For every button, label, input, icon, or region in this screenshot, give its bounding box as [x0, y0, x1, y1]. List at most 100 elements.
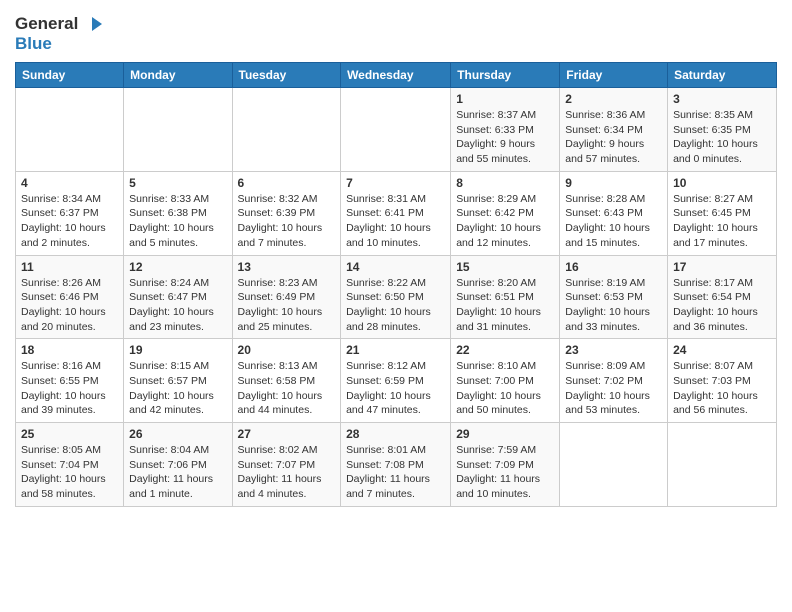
day-info: Sunrise: 8:24 AM Sunset: 6:47 PM Dayligh… — [129, 276, 226, 335]
header: General Blue — [15, 10, 777, 54]
logo-blue-text: Blue — [15, 34, 52, 54]
day-info: Sunrise: 7:59 AM Sunset: 7:09 PM Dayligh… — [456, 443, 554, 502]
calendar-cell: 1 Sunrise: 8:37 AM Sunset: 6:33 PM Daylig… — [451, 88, 560, 172]
calendar-cell: 29 Sunrise: 7:59 AM Sunset: 7:09 PM Dayli… — [451, 423, 560, 507]
day-info: Sunrise: 8:17 AM Sunset: 6:54 PM Dayligh… — [673, 276, 771, 335]
day-number: 16 — [565, 260, 662, 274]
day-info: Sunrise: 8:33 AM Sunset: 6:38 PM Dayligh… — [129, 192, 226, 251]
calendar-cell — [341, 88, 451, 172]
week-row-5: 25 Sunrise: 8:05 AM Sunset: 7:04 PM Dayli… — [16, 423, 777, 507]
day-number: 18 — [21, 343, 118, 357]
calendar-cell: 9Sunrise: 8:28 AM Sunset: 6:43 PM Daylig… — [560, 171, 668, 255]
day-info: Sunrise: 8:35 AM Sunset: 6:35 PM Dayligh… — [673, 108, 771, 167]
day-number: 2 — [565, 92, 662, 106]
calendar-cell: 16 Sunrise: 8:19 AM Sunset: 6:53 PM Dayli… — [560, 255, 668, 339]
day-number: 21 — [346, 343, 445, 357]
day-number: 25 — [21, 427, 118, 441]
day-number: 26 — [129, 427, 226, 441]
day-number: 28 — [346, 427, 445, 441]
day-info: Sunrise: 8:19 AM Sunset: 6:53 PM Dayligh… — [565, 276, 662, 335]
day-number: 20 — [238, 343, 336, 357]
calendar-cell: 15 Sunrise: 8:20 AM Sunset: 6:51 PM Dayli… — [451, 255, 560, 339]
calendar-cell: 19Sunrise: 8:15 AM Sunset: 6:57 PM Dayli… — [124, 339, 232, 423]
calendar-cell: 3 Sunrise: 8:35 AM Sunset: 6:35 PM Daylig… — [668, 88, 777, 172]
day-info: Sunrise: 8:31 AM Sunset: 6:41 PM Dayligh… — [346, 192, 445, 251]
day-info: Sunrise: 8:15 AM Sunset: 6:57 PM Dayligh… — [129, 359, 226, 418]
weekday-header-monday: Monday — [124, 63, 232, 88]
day-info: Sunrise: 8:02 AM Sunset: 7:07 PM Dayligh… — [238, 443, 336, 502]
day-info: Sunrise: 8:09 AM Sunset: 7:02 PM Dayligh… — [565, 359, 662, 418]
calendar-cell: 10Sunrise: 8:27 AM Sunset: 6:45 PM Dayli… — [668, 171, 777, 255]
calendar-cell: 28 Sunrise: 8:01 AM Sunset: 7:08 PM Dayli… — [341, 423, 451, 507]
calendar-cell: 21 Sunrise: 8:12 AM Sunset: 6:59 PM Dayli… — [341, 339, 451, 423]
calendar-cell: 6 Sunrise: 8:32 AM Sunset: 6:39 PM Daylig… — [232, 171, 341, 255]
day-info: Sunrise: 8:20 AM Sunset: 6:51 PM Dayligh… — [456, 276, 554, 335]
day-info: Sunrise: 8:13 AM Sunset: 6:58 PM Dayligh… — [238, 359, 336, 418]
day-info: Sunrise: 8:23 AM Sunset: 6:49 PM Dayligh… — [238, 276, 336, 335]
day-info: Sunrise: 8:34 AM Sunset: 6:37 PM Dayligh… — [21, 192, 118, 251]
weekday-header-sunday: Sunday — [16, 63, 124, 88]
logo-flag-icon — [82, 17, 102, 31]
day-number: 5 — [129, 176, 226, 190]
day-number: 27 — [238, 427, 336, 441]
calendar-cell: 27 Sunrise: 8:02 AM Sunset: 7:07 PM Dayli… — [232, 423, 341, 507]
calendar-cell: 2Sunrise: 8:36 AM Sunset: 6:34 PM Daylig… — [560, 88, 668, 172]
week-row-1: 1 Sunrise: 8:37 AM Sunset: 6:33 PM Daylig… — [16, 88, 777, 172]
day-number: 11 — [21, 260, 118, 274]
day-info: Sunrise: 8:29 AM Sunset: 6:42 PM Dayligh… — [456, 192, 554, 251]
week-row-4: 18 Sunrise: 8:16 AM Sunset: 6:55 PM Dayli… — [16, 339, 777, 423]
calendar-cell: 18 Sunrise: 8:16 AM Sunset: 6:55 PM Dayli… — [16, 339, 124, 423]
calendar-cell: 7 Sunrise: 8:31 AM Sunset: 6:41 PM Daylig… — [341, 171, 451, 255]
day-info: Sunrise: 8:37 AM Sunset: 6:33 PM Dayligh… — [456, 108, 554, 167]
day-number: 1 — [456, 92, 554, 106]
weekday-header-saturday: Saturday — [668, 63, 777, 88]
day-number: 7 — [346, 176, 445, 190]
calendar-cell — [232, 88, 341, 172]
day-info: Sunrise: 8:26 AM Sunset: 6:46 PM Dayligh… — [21, 276, 118, 335]
day-info: Sunrise: 8:05 AM Sunset: 7:04 PM Dayligh… — [21, 443, 118, 502]
day-info: Sunrise: 8:27 AM Sunset: 6:45 PM Dayligh… — [673, 192, 771, 251]
weekday-header-friday: Friday — [560, 63, 668, 88]
weekday-header-wednesday: Wednesday — [341, 63, 451, 88]
day-number: 9 — [565, 176, 662, 190]
calendar-cell: 17 Sunrise: 8:17 AM Sunset: 6:54 PM Dayli… — [668, 255, 777, 339]
day-info: Sunrise: 8:22 AM Sunset: 6:50 PM Dayligh… — [346, 276, 445, 335]
day-info: Sunrise: 8:04 AM Sunset: 7:06 PM Dayligh… — [129, 443, 226, 502]
weekday-header-row: SundayMondayTuesdayWednesdayThursdayFrid… — [16, 63, 777, 88]
day-number: 17 — [673, 260, 771, 274]
weekday-header-thursday: Thursday — [451, 63, 560, 88]
calendar-cell: 25 Sunrise: 8:05 AM Sunset: 7:04 PM Dayli… — [16, 423, 124, 507]
day-info: Sunrise: 8:10 AM Sunset: 7:00 PM Dayligh… — [456, 359, 554, 418]
day-info: Sunrise: 8:12 AM Sunset: 6:59 PM Dayligh… — [346, 359, 445, 418]
day-number: 4 — [21, 176, 118, 190]
day-number: 29 — [456, 427, 554, 441]
day-number: 14 — [346, 260, 445, 274]
day-number: 24 — [673, 343, 771, 357]
day-number: 3 — [673, 92, 771, 106]
calendar-cell: 11 Sunrise: 8:26 AM Sunset: 6:46 PM Dayli… — [16, 255, 124, 339]
logo: General Blue — [15, 14, 102, 54]
calendar-cell: 26 Sunrise: 8:04 AM Sunset: 7:06 PM Dayli… — [124, 423, 232, 507]
day-info: Sunrise: 8:32 AM Sunset: 6:39 PM Dayligh… — [238, 192, 336, 251]
day-info: Sunrise: 8:16 AM Sunset: 6:55 PM Dayligh… — [21, 359, 118, 418]
calendar-cell: 23 Sunrise: 8:09 AM Sunset: 7:02 PM Dayli… — [560, 339, 668, 423]
calendar-cell: 8 Sunrise: 8:29 AM Sunset: 6:42 PM Daylig… — [451, 171, 560, 255]
calendar-cell: 24Sunrise: 8:07 AM Sunset: 7:03 PM Dayli… — [668, 339, 777, 423]
week-row-2: 4 Sunrise: 8:34 AM Sunset: 6:37 PM Daylig… — [16, 171, 777, 255]
calendar-cell: 5 Sunrise: 8:33 AM Sunset: 6:38 PM Daylig… — [124, 171, 232, 255]
day-number: 23 — [565, 343, 662, 357]
day-number: 6 — [238, 176, 336, 190]
logo-general-text: General — [15, 14, 78, 34]
calendar-cell: 12Sunrise: 8:24 AM Sunset: 6:47 PM Dayli… — [124, 255, 232, 339]
calendar-cell — [124, 88, 232, 172]
calendar-cell: 4 Sunrise: 8:34 AM Sunset: 6:37 PM Daylig… — [16, 171, 124, 255]
day-info: Sunrise: 8:01 AM Sunset: 7:08 PM Dayligh… — [346, 443, 445, 502]
calendar-cell: 20 Sunrise: 8:13 AM Sunset: 6:58 PM Dayli… — [232, 339, 341, 423]
weekday-header-tuesday: Tuesday — [232, 63, 341, 88]
week-row-3: 11 Sunrise: 8:26 AM Sunset: 6:46 PM Dayli… — [16, 255, 777, 339]
calendar-cell — [560, 423, 668, 507]
day-number: 8 — [456, 176, 554, 190]
day-number: 15 — [456, 260, 554, 274]
calendar-cell — [16, 88, 124, 172]
calendar-cell: 22Sunrise: 8:10 AM Sunset: 7:00 PM Dayli… — [451, 339, 560, 423]
